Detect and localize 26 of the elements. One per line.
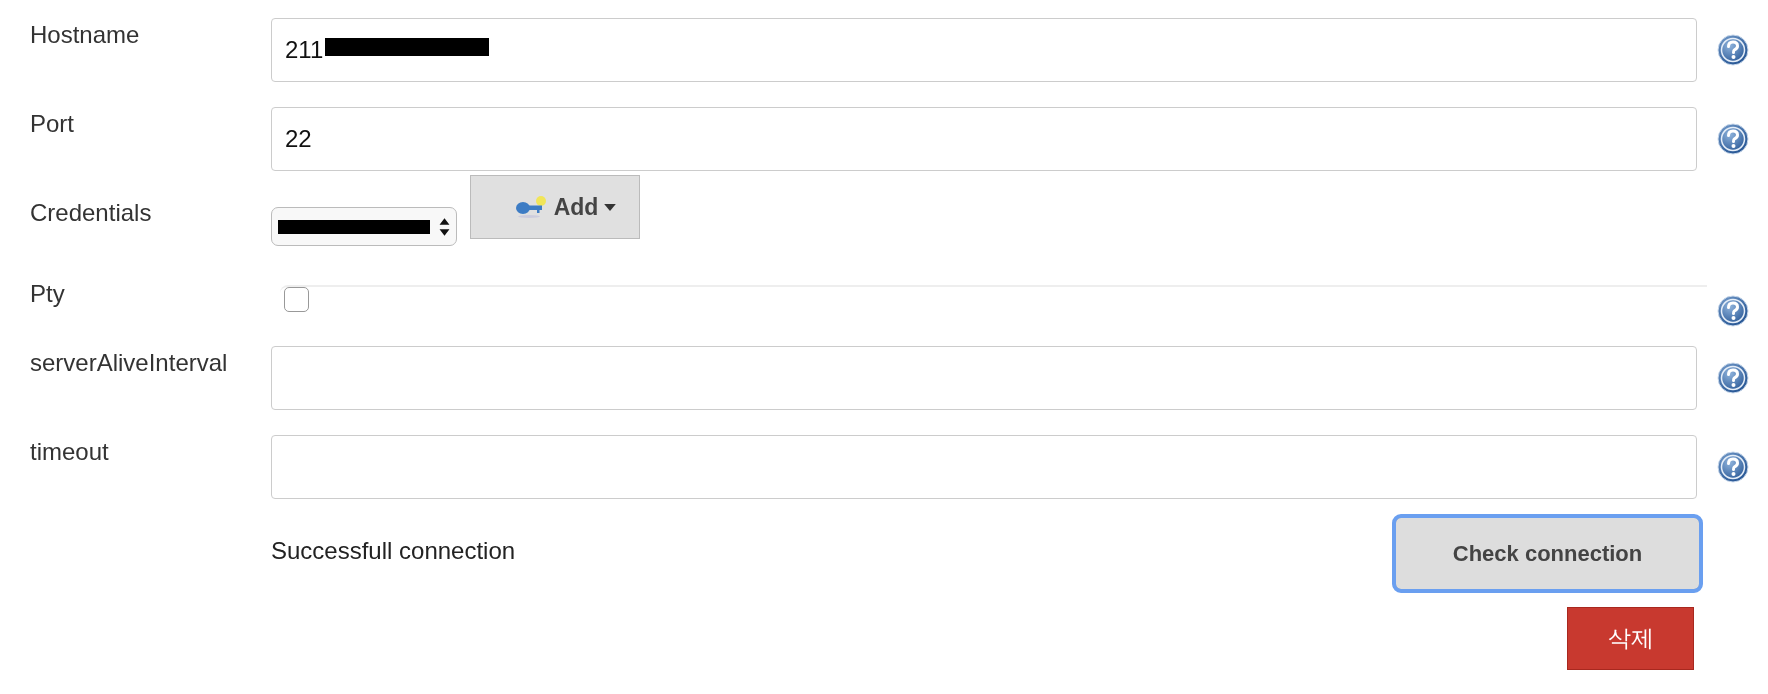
key-icon (513, 195, 548, 219)
updown-arrows-icon (439, 216, 450, 237)
help-icon[interactable] (1716, 295, 1749, 327)
field-label: serverAliveInterval (29, 348, 229, 378)
field-value: 22 (285, 125, 312, 153)
field-label: timeout (29, 437, 110, 467)
field-label: Pty (29, 279, 66, 309)
text-field[interactable]: 211 (271, 18, 1697, 82)
field-label: Credentials (29, 198, 153, 228)
help-icon[interactable] (1716, 34, 1749, 66)
help-icon[interactable] (1716, 362, 1749, 394)
status-message: Successfull connection (271, 536, 516, 565)
help-icon[interactable] (1716, 451, 1749, 483)
help-icon[interactable] (1716, 123, 1749, 155)
field-value: 211 (285, 36, 324, 64)
field-label: Hostname (29, 20, 141, 50)
delete-button[interactable]: 삭제 (1567, 607, 1694, 670)
add-button[interactable]: Add (470, 175, 640, 239)
field-label: Port (29, 109, 75, 139)
caret-icon (604, 203, 617, 211)
text-field[interactable] (271, 346, 1697, 410)
text-field[interactable]: 22 (271, 107, 1697, 171)
text-field[interactable] (271, 435, 1697, 499)
check-connection-button[interactable]: Check connection (1395, 517, 1700, 590)
credentials-dropdown[interactable] (271, 207, 457, 246)
pty-checkbox[interactable] (284, 287, 309, 312)
